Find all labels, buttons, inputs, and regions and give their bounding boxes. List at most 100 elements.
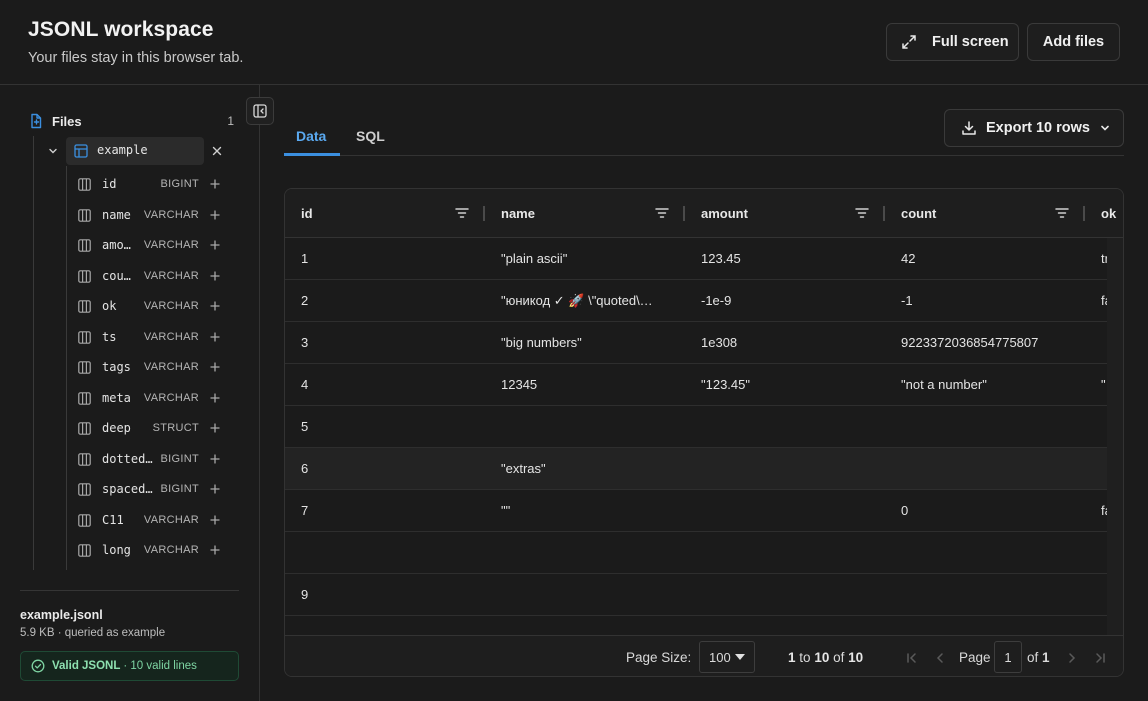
table-row[interactable]: 7""0fa — [285, 490, 1107, 532]
table-cell[interactable] — [701, 490, 891, 531]
column-header[interactable]: id — [301, 189, 313, 238]
column-item[interactable]: cou… VARCHAR — [78, 261, 228, 291]
table-cell[interactable]: 9 — [301, 574, 491, 615]
table-cell[interactable] — [901, 406, 1091, 447]
close-icon[interactable] — [211, 145, 223, 157]
column-item[interactable]: meta VARCHAR — [78, 383, 228, 413]
collapse-sidebar-button[interactable] — [246, 97, 274, 125]
table-row[interactable]: 2"юникод ✓ 🚀 \"quoted\…-1e-9-1fa — [285, 280, 1107, 322]
table-row[interactable]: 4 12345 "123.45" "not a number" " — [285, 364, 1107, 406]
filter-icon[interactable] — [655, 207, 669, 219]
plus-icon[interactable] — [208, 269, 222, 283]
table-cell[interactable]: "not a number" — [901, 364, 1091, 405]
column-item[interactable]: C11 VARCHAR — [78, 505, 228, 535]
table-cell[interactable]: 7 — [301, 490, 491, 531]
page-number-input[interactable]: 1 — [994, 641, 1022, 673]
table-row[interactable] — [285, 532, 1107, 574]
column-header[interactable]: amount — [701, 189, 748, 238]
column-resize-handle[interactable] — [1083, 206, 1085, 221]
plus-icon[interactable] — [208, 238, 222, 252]
table-cell[interactable] — [901, 448, 1091, 489]
table-cell[interactable]: "юникод ✓ 🚀 \"quoted\… — [501, 280, 671, 321]
full-screen-button[interactable]: Full screen — [886, 23, 1019, 61]
table-cell[interactable]: 6 — [301, 448, 491, 489]
table-cell[interactable] — [701, 532, 891, 573]
add-files-button[interactable]: Add files — [1027, 23, 1120, 61]
column-item[interactable]: deep STRUCT — [78, 413, 228, 443]
table-row[interactable]: 1"plain ascii"123.4542tr — [285, 238, 1107, 280]
table-cell[interactable]: "extras" — [501, 448, 671, 489]
page-size-select[interactable]: 100 — [699, 641, 755, 673]
table-cell[interactable]: "" — [501, 490, 671, 531]
table-cell[interactable]: "big numbers" — [501, 322, 671, 363]
plus-icon[interactable] — [208, 208, 222, 222]
chevron-down-icon[interactable] — [47, 145, 59, 157]
plus-icon[interactable] — [208, 421, 222, 435]
table-cell[interactable]: -1e-9 — [701, 280, 891, 321]
table-cell[interactable]: 4 — [301, 364, 491, 405]
last-page-icon[interactable] — [1093, 651, 1107, 665]
files-section-header[interactable]: Files 1 — [28, 112, 234, 130]
vertical-scrollbar[interactable] — [1107, 238, 1123, 635]
plus-icon[interactable] — [208, 482, 222, 496]
table-cell[interactable]: 5 — [301, 406, 491, 447]
table-cell[interactable]: "plain ascii" — [501, 238, 671, 279]
column-header[interactable]: name — [501, 189, 535, 238]
filter-icon[interactable] — [455, 207, 469, 219]
table-cell[interactable]: 9223372036854775807 — [901, 322, 1091, 363]
column-item[interactable]: ts VARCHAR — [78, 322, 228, 352]
plus-icon[interactable] — [208, 299, 222, 313]
table-row[interactable]: 6 "extras" — [285, 448, 1107, 490]
table-cell[interactable]: 1e308 — [701, 322, 891, 363]
table-cell[interactable] — [701, 448, 891, 489]
plus-icon[interactable] — [208, 360, 222, 374]
tab-sql[interactable]: SQL — [356, 128, 385, 144]
column-item[interactable]: ok VARCHAR — [78, 291, 228, 321]
column-resize-handle[interactable] — [483, 206, 485, 221]
table-cell[interactable] — [901, 574, 1091, 615]
column-item[interactable]: name VARCHAR — [78, 200, 228, 230]
table-row[interactable]: 3 "big numbers" 1e308 9223372036854775807 — [285, 322, 1107, 364]
column-item[interactable]: spaced… BIGINT — [78, 474, 228, 504]
column-resize-handle[interactable] — [883, 206, 885, 221]
table-cell[interactable] — [301, 532, 491, 573]
tab-data[interactable]: Data — [296, 128, 326, 144]
export-button[interactable]: Export 10 rows — [944, 109, 1124, 147]
filter-icon[interactable] — [855, 207, 869, 219]
column-header[interactable]: ok — [1101, 189, 1116, 238]
table-cell[interactable]: 42 — [901, 238, 1091, 279]
column-item[interactable]: amo… VARCHAR — [78, 230, 228, 260]
filter-icon[interactable] — [1055, 207, 1069, 219]
previous-page-icon[interactable] — [933, 651, 947, 665]
plus-icon[interactable] — [208, 391, 222, 405]
first-page-icon[interactable] — [905, 651, 919, 665]
table-cell[interactable]: -1 — [901, 280, 1091, 321]
table-cell[interactable] — [501, 532, 671, 573]
table-cell[interactable] — [701, 406, 891, 447]
plus-icon[interactable] — [208, 543, 222, 557]
table-cell[interactable]: 2 — [301, 280, 491, 321]
table-cell[interactable] — [701, 574, 891, 615]
column-item[interactable]: id BIGINT — [78, 169, 228, 199]
column-resize-handle[interactable] — [683, 206, 685, 221]
table-cell[interactable]: 12345 — [501, 364, 671, 405]
table-cell[interactable] — [501, 574, 671, 615]
column-header[interactable]: count — [901, 189, 936, 238]
table-cell[interactable]: 0 — [901, 490, 1091, 531]
table-row[interactable]: 9 — [285, 574, 1107, 616]
plus-icon[interactable] — [208, 452, 222, 466]
next-page-icon[interactable] — [1065, 651, 1079, 665]
plus-icon[interactable] — [208, 177, 222, 191]
table-cell[interactable] — [501, 406, 671, 447]
table-cell[interactable]: 3 — [301, 322, 491, 363]
table-row[interactable]: 5 — [285, 406, 1107, 448]
column-item[interactable]: dotted… BIGINT — [78, 444, 228, 474]
table-cell[interactable]: 1 — [301, 238, 491, 279]
table-cell[interactable]: 123.45 — [701, 238, 891, 279]
column-item[interactable]: tags VARCHAR — [78, 352, 228, 382]
plus-icon[interactable] — [208, 513, 222, 527]
plus-icon[interactable] — [208, 330, 222, 344]
table-cell[interactable]: "123.45" — [701, 364, 891, 405]
table-cell[interactable] — [901, 532, 1091, 573]
column-item[interactable]: long VARCHAR — [78, 535, 228, 565]
